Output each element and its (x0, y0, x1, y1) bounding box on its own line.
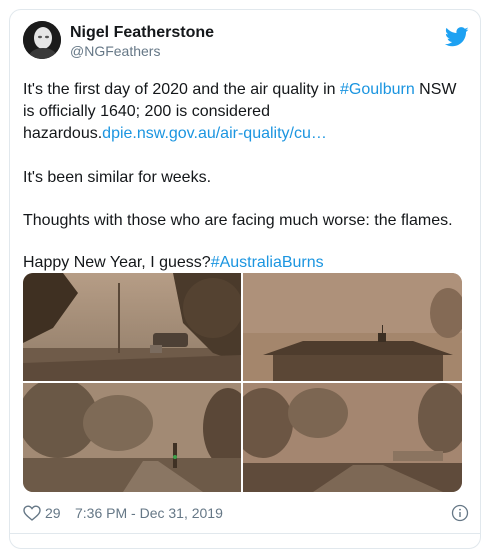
heart-icon[interactable] (23, 505, 41, 521)
smoky-intersection-photo[interactable] (243, 383, 462, 492)
tweet-card[interactable]: Nigel Featherstone @NGFeathers It's the … (9, 9, 481, 549)
info-icon[interactable] (451, 504, 469, 522)
tweet-paragraph-4: Happy New Year, I guess?#AustraliaBurns (23, 252, 324, 274)
tweet-paragraph-3: Thoughts with those who are facing much … (23, 212, 453, 229)
tweet-text-segment: Happy New Year, I guess? (23, 254, 211, 271)
air-quality-url-link[interactable]: dpie.nsw.gov.au/air-quality/cu… (102, 125, 327, 142)
like-count[interactable]: 29 (45, 505, 61, 521)
tweet-header: Nigel Featherstone @NGFeathers (23, 21, 471, 61)
twitter-bird-icon[interactable] (444, 27, 469, 47)
smoky-road-with-trees-photo[interactable] (23, 383, 241, 492)
tweet-footer: 29 7:36 PM - Dec 31, 2019 (23, 504, 469, 524)
author-display-name[interactable]: Nigel Featherstone (70, 24, 214, 42)
tweet-paragraph-2: It's been similar for weeks. (23, 169, 212, 186)
footer-divider (10, 533, 480, 534)
tweet-timestamp[interactable]: 7:36 PM - Dec 31, 2019 (75, 505, 223, 521)
hashtag-australiaburns-link[interactable]: #AustraliaBurns (211, 254, 324, 271)
media-grid (23, 273, 462, 492)
tweet-paragraph-1: It's the first day of 2020 and the air q… (23, 79, 469, 145)
avatar[interactable] (23, 21, 61, 59)
smoky-street-with-car-photo[interactable] (23, 273, 241, 381)
smoky-rooftop-photo[interactable] (243, 273, 462, 381)
hashtag-goulburn-link[interactable]: #Goulburn (340, 81, 415, 98)
author-handle[interactable]: @NGFeathers (70, 43, 160, 59)
tweet-text-segment: It's the first day of 2020 and the air q… (23, 81, 341, 98)
